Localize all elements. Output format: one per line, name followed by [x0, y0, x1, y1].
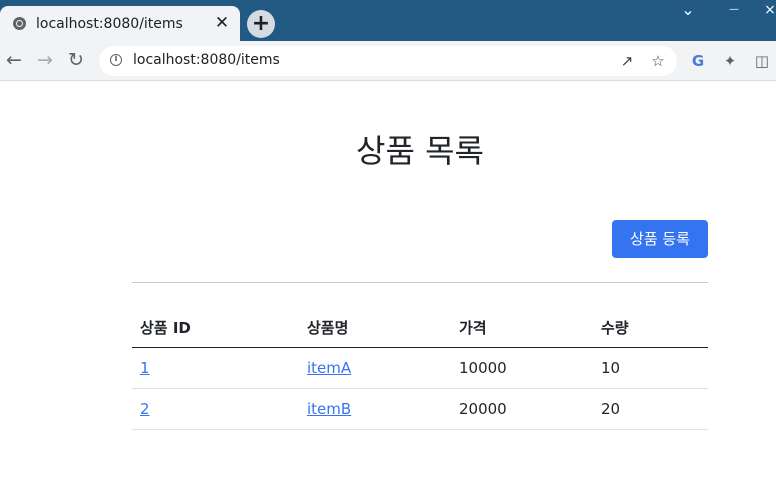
back-arrow-icon[interactable]: ← — [1, 47, 27, 73]
item-name-link[interactable]: itemB — [307, 400, 351, 418]
new-tab-button[interactable]: + — [247, 10, 275, 38]
forward-arrow-icon[interactable]: → — [32, 47, 58, 73]
header-quantity: 수량 — [593, 307, 708, 348]
info-icon[interactable]: i — [110, 54, 122, 66]
quantity-cell: 20 — [593, 388, 708, 430]
tab-close-icon[interactable]: ✕ — [210, 15, 234, 32]
item-id-link[interactable]: 1 — [140, 359, 150, 377]
extensions-puzzle-icon[interactable]: ✦ — [719, 50, 741, 72]
reload-icon[interactable]: ↻ — [63, 47, 89, 73]
browser-tab[interactable]: localhost:8080/items ✕ — [0, 6, 240, 41]
share-icon[interactable]: ↗ — [616, 50, 638, 72]
address-bar[interactable]: i localhost:8080/items ↗ ☆ — [99, 46, 677, 76]
url-text[interactable]: localhost:8080/items — [133, 52, 280, 68]
translate-icon[interactable]: G — [687, 50, 709, 72]
table-header-row: 상품 ID 상품명 가격 수량 — [132, 307, 708, 348]
table-row: 1 itemA 10000 10 — [132, 347, 708, 389]
tab-title: localhost:8080/items — [36, 15, 183, 32]
window-close-icon[interactable]: × — [764, 0, 776, 22]
price-cell: 10000 — [451, 347, 593, 389]
browser-toolbar: ← → ↻ i localhost:8080/items ↗ ☆ G ✦ ◫ — [0, 41, 776, 81]
header-item-name: 상품명 — [299, 307, 451, 348]
side-panel-icon[interactable]: ◫ — [751, 50, 773, 72]
minimize-icon[interactable]: — — [724, 0, 744, 22]
item-id-cell: 2 — [132, 388, 299, 430]
divider — [132, 282, 708, 283]
quantity-cell: 10 — [593, 347, 708, 389]
table-row: 2 itemB 20000 20 — [132, 388, 708, 430]
item-name-cell: itemA — [299, 347, 451, 389]
tab-strip: localhost:8080/items ✕ + ⌄ — × — [0, 0, 776, 41]
price-cell: 20000 — [451, 388, 593, 430]
header-item-id: 상품 ID — [132, 307, 299, 348]
globe-icon — [13, 17, 26, 30]
header-price: 가격 — [451, 307, 593, 348]
item-id-link[interactable]: 2 — [140, 400, 150, 418]
page-title: 상품 목록 — [356, 132, 484, 170]
bookmark-star-icon[interactable]: ☆ — [647, 50, 669, 72]
items-table: 상품 ID 상품명 가격 수량 1 itemA 10000 10 2 itemB… — [132, 307, 708, 430]
item-name-cell: itemB — [299, 388, 451, 430]
tab-search-chevron-icon[interactable]: ⌄ — [678, 0, 698, 22]
item-id-cell: 1 — [132, 347, 299, 389]
item-name-link[interactable]: itemA — [307, 359, 351, 377]
add-item-button[interactable]: 상품 등록 — [612, 220, 708, 258]
